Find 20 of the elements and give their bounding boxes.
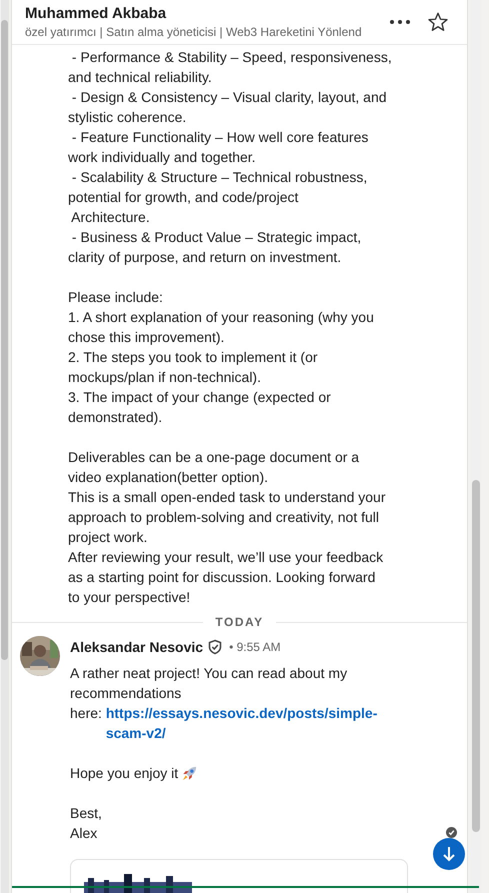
contact-name[interactable]: Muhammed Akbaba [25,5,385,22]
star-icon [427,11,449,33]
message-paragraph: Please include: 1. A short explanation of your reasoning (why you chose this improvement). 2. The steps you took to implement it (or mockups/plan if non-technical). 3. The impact of your change (expected or demonstrated). [68,288,375,427]
read-receipt-icon [446,827,457,838]
message-time: • 9:55 AM [229,640,281,654]
scrollbar-thumb[interactable] [1,20,8,660]
contact-headline: özel yatırımcı | Satın alma yöneticisi | Web3 Hareketini Yönlend [25,25,363,39]
date-divider: TODAY [215,615,264,629]
message-paragraph: Deliverables can be a one-page document or a video explanation(better option). This is a small open-ended task to understand your approach to problem-solving and creativity, not full project work. After reviewing your result, we’ll use your feedback as a starting point for discussion. Looking forward to your perspective! [68,448,387,607]
message-paragraph: - Performance & Stability – Speed, responsiveness, and technical reliability. - Design & Consistency – Visual clarity, layout, and stylistic coherence. - Feature Functionality – How well core features work individually and together. - Scalability & Structure – Technical robustness, potential for growth, and code/project Architecture. - Business & Product Value – Strategic impact, clarity of purpose, and return on investment. [68,48,393,267]
message-text: A rather neat project! You can read about my recommendations here: https://essays.nesovic.dev/posts/simple- scam-v2/ [70,664,378,743]
message-text: Hope you enjoy it [70,764,178,783]
message-signoff: Best, Alex [70,804,103,843]
article-link[interactable]: https://essays.nesovic.dev/posts/simple- scam-v2/ [106,703,378,743]
sender-name[interactable]: Aleksandar Nesovic [70,639,204,655]
arrow-down-icon [442,846,456,862]
scrollbar-thumb[interactable] [472,480,480,832]
rocket-icon [181,764,198,782]
scroll-down-button[interactable] [433,838,465,870]
more-icon [389,19,411,25]
